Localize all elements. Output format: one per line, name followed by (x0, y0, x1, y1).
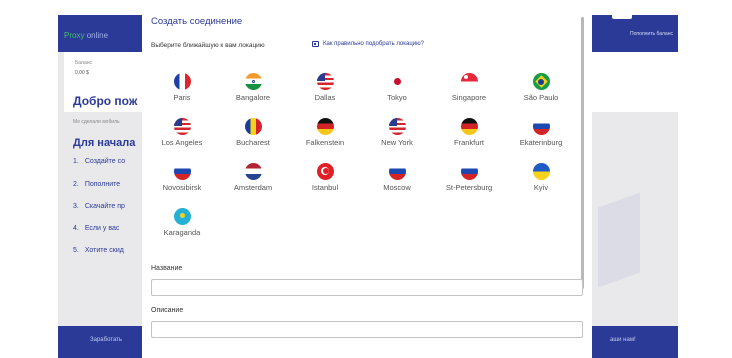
modal-scrollbar[interactable] (581, 17, 584, 289)
location-option[interactable]: Bucharest (218, 118, 288, 147)
location-label: Moscow (383, 183, 411, 192)
brand-logo[interactable]: Proxy online (64, 31, 108, 40)
flag-ru-icon (388, 163, 406, 180)
location-option[interactable]: Novosibirsk (147, 163, 217, 192)
location-option[interactable]: São Paulo (506, 73, 576, 102)
flag-ru-icon (460, 163, 478, 180)
location-prompt: Выберите ближайшую к вам локацию (151, 42, 265, 49)
location-label: Bangalore (235, 93, 271, 102)
location-option[interactable]: New York (362, 118, 432, 147)
location-option[interactable]: Paris (147, 73, 217, 102)
flag-de-icon (316, 118, 334, 135)
location-label: São Paulo (523, 93, 559, 102)
location-option[interactable]: Tokyo (362, 73, 432, 102)
decorative-shape (598, 192, 640, 288)
welcome-title: Добро пож (73, 94, 138, 108)
location-option[interactable]: Bangalore (218, 73, 288, 102)
location-option[interactable]: Istanbul (290, 163, 360, 192)
flag-sg-icon (460, 73, 478, 90)
location-label: Kyiv (533, 183, 549, 192)
name-label: Название (151, 265, 183, 272)
location-label: Istanbul (311, 183, 339, 192)
flag-fr-icon (173, 73, 191, 90)
flag-nl-icon (244, 163, 262, 180)
flag-us-icon (173, 118, 191, 135)
description-label: Описание (151, 307, 184, 314)
location-label: Karaganda (163, 228, 201, 237)
flag-ua-icon (532, 163, 550, 180)
getting-started-title: Для начала (73, 137, 136, 149)
location-option[interactable]: Singapore (434, 73, 504, 102)
location-option[interactable]: Kyiv (506, 163, 576, 192)
step-item[interactable]: 4. Если у вас (73, 225, 119, 232)
welcome-subtitle: Ме сделали мобиль (73, 119, 120, 125)
step-item[interactable]: 1. Создайте со (73, 158, 125, 165)
balance-label: Баланс (75, 60, 93, 66)
location-label: Novosibirsk (162, 183, 202, 192)
topup-balance-link[interactable]: Пополнить баланс (630, 31, 673, 37)
location-option[interactable]: Amsterdam (218, 163, 288, 192)
location-label: St-Petersburg (445, 183, 493, 192)
flag-kz-icon (173, 208, 191, 225)
name-input[interactable] (151, 279, 583, 296)
flag-ru-icon (173, 163, 191, 180)
flag-ru-icon (532, 118, 550, 135)
flag-tr-icon (316, 163, 334, 180)
location-label: Los Angeles (161, 138, 203, 147)
location-option[interactable]: Los Angeles (147, 118, 217, 147)
location-label: Frankfurt (453, 138, 484, 147)
balance-value: 0.00 $ (75, 70, 89, 76)
step-item[interactable]: 2. Пополните (73, 181, 120, 188)
location-help-text: Как правильно подобрать локацию? (323, 41, 424, 47)
location-label: Dallas (314, 93, 336, 102)
flag-in-icon (244, 73, 262, 90)
step-item[interactable]: 5. Хотите скид (73, 247, 124, 254)
flag-us-icon (388, 118, 406, 135)
location-label: Bucharest (236, 138, 270, 147)
location-label: Tokyo (387, 93, 407, 102)
modal-title: Создать соединение (151, 16, 243, 27)
location-option[interactable]: Karaganda (147, 208, 217, 237)
location-label: New York (381, 138, 413, 147)
location-option[interactable]: St-Petersburg (434, 163, 504, 192)
flag-br-icon (532, 73, 550, 90)
header-badge (612, 12, 632, 19)
location-label: Ekaterinburg (519, 138, 563, 147)
location-label: Amsterdam (233, 183, 273, 192)
location-option[interactable]: Dallas (290, 73, 360, 102)
location-option[interactable]: Moscow (362, 163, 432, 192)
earn-link[interactable]: Заработать (90, 337, 122, 343)
step-item[interactable]: 3. Скачайте пр (73, 203, 125, 210)
flag-jp-icon (388, 73, 406, 90)
location-option[interactable]: Ekaterinburg (506, 118, 576, 147)
description-input[interactable] (151, 321, 583, 338)
write-us-link[interactable]: аши нам! (610, 337, 636, 343)
flag-us-icon (316, 73, 334, 90)
location-label: Paris (173, 93, 191, 102)
help-icon (312, 41, 319, 47)
flag-de-icon (460, 118, 478, 135)
location-option[interactable]: Frankfurt (434, 118, 504, 147)
location-label: Singapore (451, 93, 487, 102)
location-option[interactable]: Falkenstein (290, 118, 360, 147)
location-label: Falkenstein (305, 138, 345, 147)
flag-ro-icon (244, 118, 262, 135)
location-help-link[interactable]: Как правильно подобрать локацию? (312, 41, 424, 47)
